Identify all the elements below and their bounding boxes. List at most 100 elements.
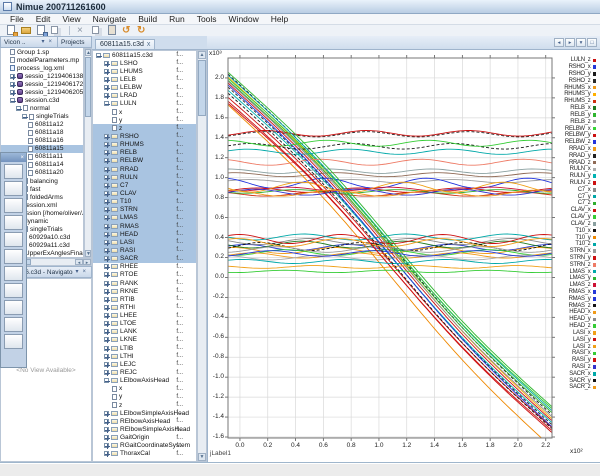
tree-row-rhee[interactable]: RHEEf... <box>93 263 196 271</box>
tree-row-sessio-1219406205383[interactable]: sessio_1219406205383 <box>1 88 83 96</box>
expand-handle-icon[interactable] <box>104 256 109 261</box>
tree-row-60811a16[interactable]: 60811a16 <box>1 137 83 145</box>
undo-icon[interactable]: ↺ <box>122 25 133 36</box>
expand-handle-icon[interactable] <box>104 158 109 163</box>
menu-run[interactable]: Run <box>163 14 191 25</box>
tree-row-z[interactable]: zf... <box>93 401 196 409</box>
expand-handle-icon[interactable] <box>104 337 109 342</box>
title-bar[interactable]: Nimue 200711261600 <box>0 0 600 14</box>
menu-edit[interactable]: Edit <box>30 14 57 25</box>
tree-row-lmas[interactable]: LMASf... <box>93 214 196 222</box>
expand-handle-icon[interactable] <box>104 313 109 318</box>
tree-row-relbowaxishead[interactable]: RElbowAxisHeadf... <box>93 417 196 425</box>
tree-row-sessio-1219406138915[interactable]: sessio_1219406138915 <box>1 72 83 80</box>
tree-row-relb[interactable]: RELBf... <box>93 149 196 157</box>
tree-row-group-1-sp[interactable]: Group 1.sp <box>1 48 83 56</box>
expand-handle-icon[interactable] <box>104 175 109 180</box>
tree-row-t10[interactable]: T10f... <box>93 198 196 206</box>
tree-row-lkne[interactable]: LKNEf... <box>93 336 196 344</box>
expand-handle-icon[interactable] <box>104 427 109 432</box>
expand-handle-icon[interactable] <box>104 354 109 359</box>
tree-row-rmas[interactable]: RMASf... <box>93 222 196 230</box>
expand-handle-icon[interactable] <box>104 77 109 82</box>
expand-handle-icon[interactable] <box>104 370 109 375</box>
expand-handle-icon[interactable] <box>10 90 15 95</box>
tree-row-lasi[interactable]: LASIf... <box>93 238 196 246</box>
menu-file[interactable]: File <box>4 14 30 25</box>
tree-row-c7[interactable]: C7f... <box>93 181 196 189</box>
menu-help[interactable]: Help <box>265 14 294 25</box>
tree-row-lank[interactable]: LANKf... <box>93 328 196 336</box>
floating-palette[interactable]: × <box>0 152 27 368</box>
collapse-handle-icon[interactable] <box>104 101 109 106</box>
collapse-handle-icon[interactable] <box>22 114 27 119</box>
collapse-handle-icon[interactable] <box>10 98 15 103</box>
tree-row-lelbowaxishead[interactable]: LElbowAxisHeadf... <box>93 377 196 385</box>
tree-row-lelbw[interactable]: LELBWf... <box>93 84 196 92</box>
palette-button[interactable] <box>4 334 23 349</box>
collapse-handle-icon[interactable] <box>96 53 101 58</box>
tree-row-relbowsimpleaxishead[interactable]: RElbowSimpleAxisHeadf... <box>93 425 196 433</box>
projects-tree-vscrollbar[interactable]: ▲ ▼ <box>84 48 92 258</box>
palette-button[interactable] <box>4 232 23 247</box>
new-file-icon[interactable] <box>6 25 17 36</box>
expand-handle-icon[interactable] <box>104 240 109 245</box>
tree-row-strn[interactable]: STRNf... <box>93 206 196 214</box>
tree-row-session-c3d[interactable]: session.c3d <box>1 96 83 104</box>
tree-row-lsho[interactable]: LSHOf... <box>93 59 196 67</box>
tree-row-60811a15-c3d[interactable]: 60811a15.c3df... <box>93 51 196 59</box>
redo-icon[interactable]: ↻ <box>137 25 148 36</box>
tree-row-rsho[interactable]: RSHOf... <box>93 132 196 140</box>
palette-button[interactable] <box>4 300 23 315</box>
expand-handle-icon[interactable] <box>104 69 109 74</box>
tree-row-clav[interactable]: CLAVf... <box>93 189 196 197</box>
tree-row-ltoe[interactable]: LTOEf... <box>93 320 196 328</box>
minimize-panel-icon[interactable]: ▾ <box>73 268 80 276</box>
expand-handle-icon[interactable] <box>104 142 109 147</box>
tree-row-rhums[interactable]: RHUMSf... <box>93 141 196 149</box>
tree-row-lrad[interactable]: LRADf... <box>93 92 196 100</box>
tree-row-lhee[interactable]: LHEEf... <box>93 312 196 320</box>
close-panel-icon[interactable]: × <box>80 268 88 276</box>
expand-handle-icon[interactable] <box>104 419 109 424</box>
tree-row-y[interactable]: yf... <box>93 393 196 401</box>
expand-handle-icon[interactable] <box>104 443 109 448</box>
tree-row-rank[interactable]: RANKf... <box>93 279 196 287</box>
expand-handle-icon[interactable] <box>104 329 109 334</box>
tree-row-lthi[interactable]: LTHIf... <box>93 352 196 360</box>
tab-list-button[interactable]: ▾ <box>576 38 586 47</box>
palette-button[interactable] <box>4 283 23 298</box>
palette-button[interactable] <box>4 164 23 179</box>
tab-projects[interactable]: Projects <box>57 36 92 48</box>
save-all-icon[interactable] <box>36 25 47 36</box>
expand-handle-icon[interactable] <box>104 93 109 98</box>
expand-handle-icon[interactable] <box>104 150 109 155</box>
expand-handle-icon[interactable] <box>104 207 109 212</box>
menu-view[interactable]: View <box>56 14 86 25</box>
expand-handle-icon[interactable] <box>104 224 109 229</box>
tree-row-gaitorigin[interactable]: GaitOriginf... <box>93 434 196 442</box>
tree-row-thoraxcal[interactable]: ThoraxCalf... <box>93 450 196 458</box>
tree-row-luln[interactable]: LULNf... <box>93 100 196 108</box>
expand-handle-icon[interactable] <box>104 321 109 326</box>
open-project-icon[interactable] <box>21 25 32 36</box>
tree-row-rasi[interactable]: RASIf... <box>93 246 196 254</box>
tab-vicon[interactable]: Vicon .. ▾ × <box>0 36 58 48</box>
scroll-left-arrow[interactable]: ◂ <box>75 259 83 265</box>
collapse-handle-icon[interactable] <box>104 378 109 383</box>
expand-handle-icon[interactable] <box>104 346 109 351</box>
expand-handle-icon[interactable] <box>104 85 109 90</box>
tree-row-modelparameters-mp[interactable]: modelParameters.mp <box>1 56 83 64</box>
expand-handle-icon[interactable] <box>104 248 109 253</box>
expand-handle-icon[interactable] <box>104 264 109 269</box>
tree-row-rtib[interactable]: RTIBf... <box>93 295 196 303</box>
expand-handle-icon[interactable] <box>104 281 109 286</box>
expand-handle-icon[interactable] <box>104 411 109 416</box>
expand-handle-icon[interactable] <box>104 451 109 456</box>
scroll-thumb[interactable] <box>85 57 91 117</box>
expand-handle-icon[interactable] <box>10 74 15 79</box>
minimize-panel-icon[interactable]: ▾ <box>39 38 46 46</box>
tree-row-head[interactable]: HEADf... <box>93 230 196 238</box>
expand-handle-icon[interactable] <box>104 232 109 237</box>
tree-row-x[interactable]: xf... <box>93 108 196 116</box>
